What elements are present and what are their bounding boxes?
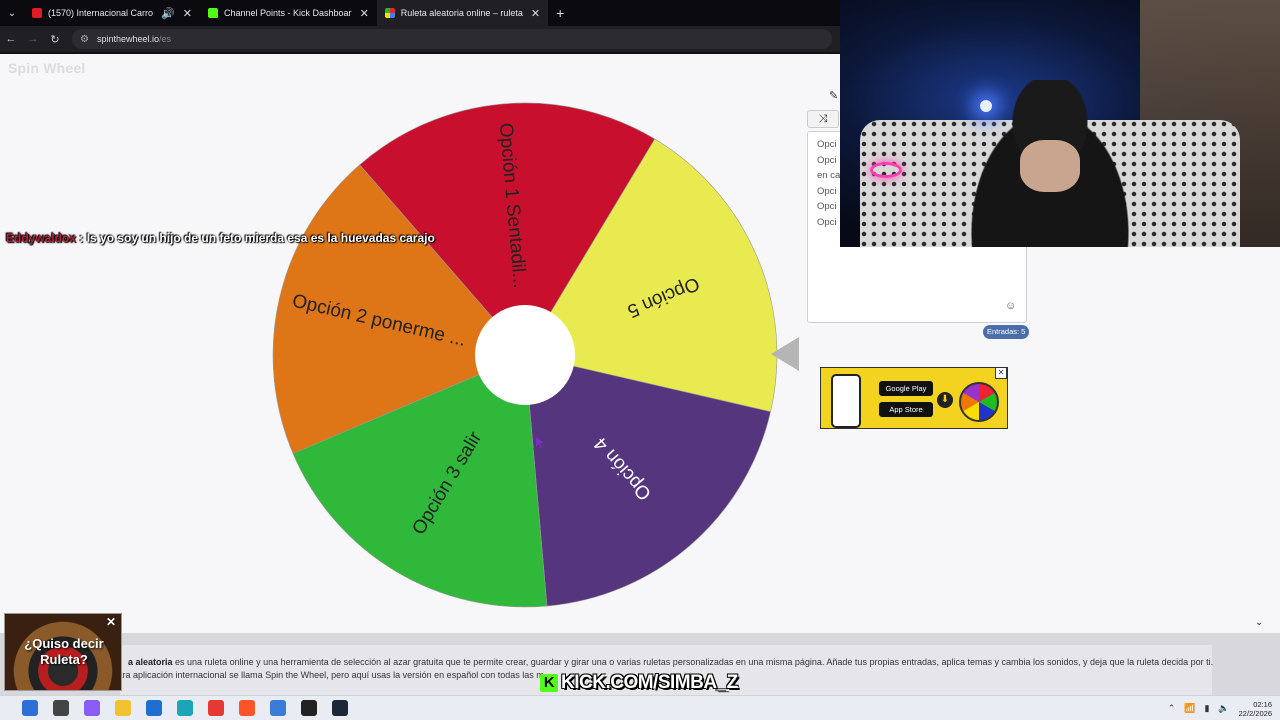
- roulette-promo-popup[interactable]: ¿Quiso decir Ruleta?: [4, 613, 122, 691]
- promo-close-icon[interactable]: ✕: [106, 615, 116, 629]
- youtube-favicon-icon: [32, 8, 42, 18]
- emoji-smiley-icon[interactable]: ☺: [1005, 300, 1016, 312]
- clock-date: 22/2/2026: [1238, 708, 1272, 718]
- browser-address-bar: ← → ↻ ⚙ spinthewheel.io/es: [0, 26, 840, 52]
- steam-icon-glyph: [331, 700, 348, 716]
- promo-text: ¿Quiso decir Ruleta?: [24, 636, 104, 667]
- tab-kick-dashboard[interactable]: Channel Points - Kick Dashboar ✕: [200, 0, 377, 26]
- taskbar-clock[interactable]: 02:16 22/2/2026: [1239, 700, 1272, 718]
- spin-wheel[interactable]: Opción 1 Sentadil... Opción 5 Opción 4 Opci…: [271, 101, 779, 609]
- spinwheel-favicon-icon: [384, 8, 395, 18]
- chevron-down-icon[interactable]: ⌄: [1255, 617, 1263, 628]
- system-tray: ⌃ 📶 ▮ 🔈 02:16 22/2/2026: [1168, 696, 1272, 720]
- tab-title: Ruleta aleatoria online – ruleta: [400, 8, 523, 18]
- tab-title: (1570) Internacional Carro: [48, 8, 154, 18]
- stream-chat-message: Eddywaldox : Is yo soy un hijo de un fet…: [6, 231, 435, 245]
- tab-youtube[interactable]: (1570) Internacional Carro 🔊 ✕: [24, 0, 200, 26]
- phone-illustration-icon: [831, 374, 861, 428]
- webcam-pink-ring-light: [870, 162, 902, 178]
- chrome-icon[interactable]: [200, 696, 231, 720]
- kick-url-text: KICK.COM/SIMBA_Z: [561, 672, 738, 693]
- app-download-ad[interactable]: Google Play App Store ⬇: [820, 367, 1008, 429]
- reload-icon[interactable]: ↻: [44, 33, 66, 46]
- file-explorer-icon[interactable]: [107, 696, 138, 720]
- copilot-icon-glyph: [83, 700, 100, 716]
- tab-title: Channel Points - Kick Dashboar: [223, 8, 352, 18]
- tab-spin-wheel[interactable]: Ruleta aleatoria online – ruleta ✕: [376, 0, 549, 26]
- battery-icon[interactable]: ▮: [1204, 703, 1209, 714]
- description-bold: a aleatoria: [128, 657, 173, 667]
- shuffle-icon: ⤨: [818, 113, 828, 125]
- description-line-1: a aleatoria es una ruleta online y una h…: [128, 657, 1213, 667]
- site-settings-icon[interactable]: ⚙: [80, 34, 89, 45]
- taskbar-pinned-apps: [14, 696, 355, 720]
- url-path: /es: [159, 34, 172, 44]
- app-icon-glyph: [269, 700, 286, 716]
- kick-channel-overlay: K KICK.COM/SIMBA_Z: [540, 671, 738, 695]
- entries-count-badge: Entradas: 5: [983, 325, 1030, 339]
- shuffle-button[interactable]: ⤨: [807, 110, 839, 128]
- wheel-center-hub[interactable]: [475, 305, 575, 405]
- close-tab-icon[interactable]: ✕: [183, 7, 192, 20]
- toolbar-divider: [0, 52, 840, 54]
- tab-search-chevron-icon[interactable]: ⌄: [0, 8, 24, 19]
- mini-wheel-icon: [959, 382, 999, 422]
- brave-icon-glyph: [238, 700, 255, 716]
- search-icon-glyph: [52, 700, 69, 716]
- forward-arrow-icon[interactable]: →: [22, 33, 44, 45]
- close-tab-icon[interactable]: ✕: [360, 7, 369, 20]
- search-icon[interactable]: [45, 696, 76, 720]
- chat-username: Eddywaldox: [6, 231, 77, 245]
- store-icon[interactable]: [138, 696, 169, 720]
- file-explorer-icon-glyph: [114, 700, 131, 716]
- copilot-icon[interactable]: [76, 696, 107, 720]
- obs-icon-glyph: [300, 700, 317, 716]
- mute-icon[interactable]: 🔊: [161, 7, 175, 20]
- store-icon-glyph: [145, 700, 162, 716]
- ad-close-icon[interactable]: ✕: [995, 367, 1007, 379]
- windows-start-icon[interactable]: [14, 696, 45, 720]
- google-play-badge[interactable]: Google Play: [879, 381, 933, 396]
- windows-start-icon-glyph: [21, 700, 38, 716]
- obs-icon[interactable]: [293, 696, 324, 720]
- back-arrow-icon[interactable]: ←: [0, 33, 22, 45]
- url-host: spinthewheel.io: [96, 34, 160, 44]
- close-tab-icon[interactable]: ✕: [531, 7, 540, 20]
- edge-icon[interactable]: [169, 696, 200, 720]
- url-input[interactable]: ⚙ spinthewheel.io/es: [72, 29, 832, 49]
- webcam-overlay: [840, 0, 1280, 247]
- kick-logo-icon: K: [540, 674, 558, 692]
- clock-time: 02:16: [1253, 699, 1272, 709]
- chat-text: : Is yo soy un hijo de un feto mierda es…: [79, 231, 435, 245]
- app-icon[interactable]: [262, 696, 293, 720]
- tray-chevron-up-icon[interactable]: ⌃: [1168, 703, 1176, 714]
- site-logo[interactable]: Spin Wheel: [8, 60, 85, 76]
- browser-tab-strip: ⌄ (1570) Internacional Carro 🔊 ✕ Channel…: [0, 0, 840, 26]
- chrome-icon-glyph: [207, 700, 224, 716]
- mouse-cursor-icon: [536, 437, 544, 449]
- brave-icon[interactable]: [231, 696, 262, 720]
- wheel-graphic[interactable]: Opción 1 Sentadil...Opción 5Opción 4Opci…: [271, 101, 779, 609]
- description-text: es una ruleta online y una herramienta d…: [172, 657, 1214, 667]
- network-icon[interactable]: 📶: [1184, 703, 1195, 714]
- download-icon: ⬇: [937, 392, 953, 408]
- app-store-badge[interactable]: App Store: [879, 402, 933, 417]
- steam-icon[interactable]: [324, 696, 355, 720]
- wheel-pointer-arrow: [771, 337, 799, 371]
- edge-icon-glyph: [176, 700, 193, 716]
- volume-icon[interactable]: 🔈: [1218, 703, 1229, 714]
- webcam-streamer-face: [1020, 140, 1080, 192]
- description-line-2: tra aplicación internacional se llama Sp…: [120, 670, 544, 680]
- edit-pencil-icon[interactable]: ✎: [829, 89, 838, 102]
- kick-favicon-icon: [207, 8, 218, 18]
- windows-taskbar: ⌃ 📶 ▮ 🔈 02:16 22/2/2026: [0, 695, 1280, 720]
- new-tab-plus-icon[interactable]: +: [548, 5, 572, 21]
